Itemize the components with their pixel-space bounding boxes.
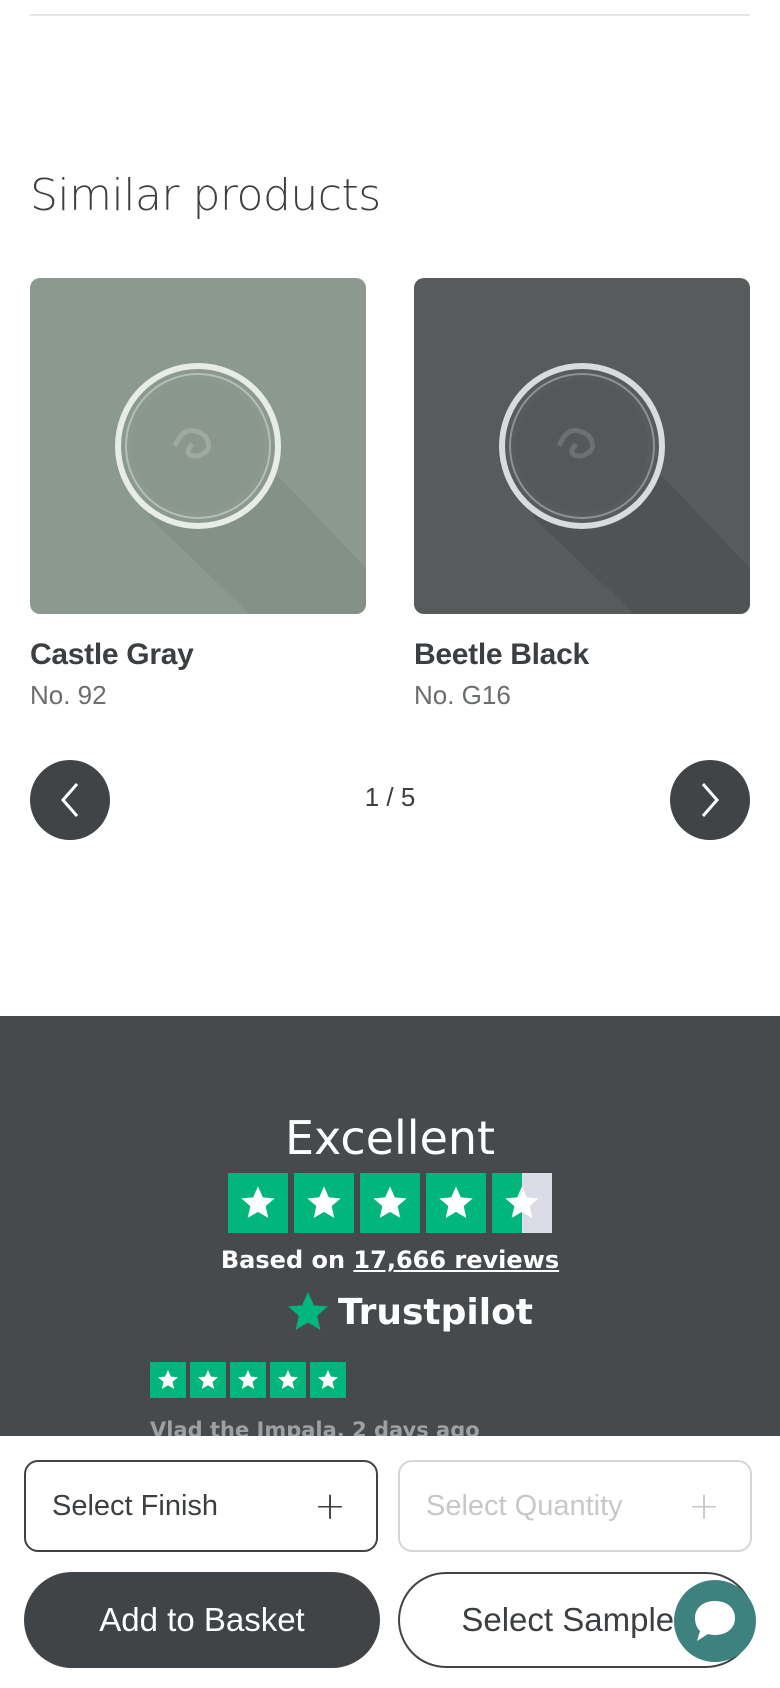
- chevron-right-icon: [701, 783, 719, 817]
- based-on-prefix: Based on: [220, 1246, 346, 1274]
- trustpilot-widget[interactable]: Excellent Based on 17,666 reviews Trustp…: [0, 1016, 780, 1442]
- star-icon: [310, 1362, 346, 1398]
- product-name[interactable]: Castle Gray: [30, 638, 366, 672]
- select-finish-label: Select Finish: [52, 1489, 219, 1522]
- trustpilot-rating-title: Excellent: [284, 1111, 496, 1165]
- add-to-basket-button[interactable]: Add to Basket: [24, 1572, 380, 1668]
- carousel-next-button[interactable]: [670, 760, 750, 840]
- carousel-prev-button[interactable]: [30, 760, 110, 840]
- sticky-action-bar: Select Finish + Select Quantity + Add to…: [0, 1436, 780, 1688]
- product-card-beetle-black[interactable]: Beetle Black No. G16: [414, 278, 750, 711]
- trustpilot-star-icon: [288, 1292, 328, 1330]
- star-icon: [228, 1173, 288, 1233]
- star-icon: [294, 1173, 354, 1233]
- star-icon: [360, 1173, 420, 1233]
- product-code: No. G16: [414, 680, 511, 710]
- product-code: No. 92: [30, 680, 107, 710]
- plus-icon: +: [688, 1484, 720, 1528]
- product-swatch-image[interactable]: [30, 278, 366, 614]
- star-icon: [230, 1362, 266, 1398]
- product-name[interactable]: Beetle Black: [414, 638, 750, 672]
- product-card-castle-gray[interactable]: Castle Gray No. 92: [30, 278, 366, 711]
- reviews-link[interactable]: 17,666 reviews: [353, 1246, 559, 1274]
- half-star-icon: [492, 1173, 552, 1233]
- trustpilot-brand-text: Trustpilot: [338, 1291, 534, 1333]
- plus-icon: +: [314, 1484, 346, 1528]
- top-divider: [30, 14, 750, 16]
- trustpilot-logo[interactable]: Trustpilot: [284, 1288, 533, 1336]
- review-stars: [150, 1362, 346, 1398]
- star-icon: [190, 1362, 226, 1398]
- select-finish-dropdown[interactable]: Select Finish +: [24, 1460, 378, 1552]
- star-icon: [150, 1362, 186, 1398]
- select-quantity-dropdown[interactable]: Select Quantity +: [398, 1460, 752, 1552]
- chat-bubble-icon: [695, 1601, 735, 1641]
- star-icon: [270, 1362, 306, 1398]
- carousel-pager: 1 / 5: [364, 782, 416, 812]
- select-quantity-label: Select Quantity: [426, 1489, 623, 1522]
- product-swatch-image[interactable]: [414, 278, 750, 614]
- trustpilot-rating-stars: [228, 1173, 552, 1233]
- chevron-left-icon: [61, 783, 79, 817]
- section-title: Similar products: [30, 170, 381, 221]
- chat-button[interactable]: [674, 1580, 756, 1662]
- star-icon: [426, 1173, 486, 1233]
- trustpilot-based-on: Based on 17,666 reviews: [0, 1246, 780, 1274]
